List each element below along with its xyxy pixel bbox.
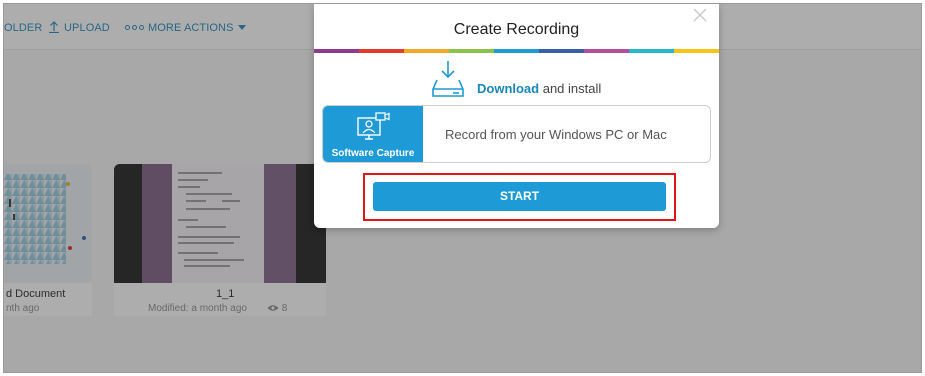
software-capture-label: Software Capture [331, 148, 415, 159]
download-drive-icon [429, 60, 467, 98]
rainbow-segment [539, 49, 584, 53]
download-suffix: and install [539, 81, 602, 96]
rainbow-segment [584, 49, 629, 53]
software-capture-description: Record from your Windows PC or Mac [445, 127, 667, 142]
start-button[interactable]: START [373, 182, 666, 211]
close-icon[interactable] [691, 6, 709, 24]
download-text: Download and install [477, 81, 601, 96]
create-recording-modal: Create Recording Download and install So… [314, 4, 719, 228]
rainbow-divider [314, 49, 719, 53]
modal-title: Create Recording [453, 21, 580, 38]
app-frame: OLDER UPLOAD MORE ACTIONS d Document nth… [3, 3, 922, 373]
download-link[interactable]: Download [477, 81, 539, 96]
software-capture-option[interactable]: Software Capture Record from your Window… [322, 105, 711, 163]
screen-recorder-icon [356, 112, 390, 142]
rainbow-segment [449, 49, 494, 53]
download-row: Download and install [314, 60, 719, 100]
rainbow-segment [629, 49, 674, 53]
rainbow-segment [359, 49, 404, 53]
rainbow-segment [674, 49, 719, 53]
rainbow-segment [494, 49, 539, 53]
software-capture-tile: Software Capture [323, 106, 423, 162]
rainbow-segment [314, 49, 359, 53]
rainbow-segment [404, 49, 449, 53]
